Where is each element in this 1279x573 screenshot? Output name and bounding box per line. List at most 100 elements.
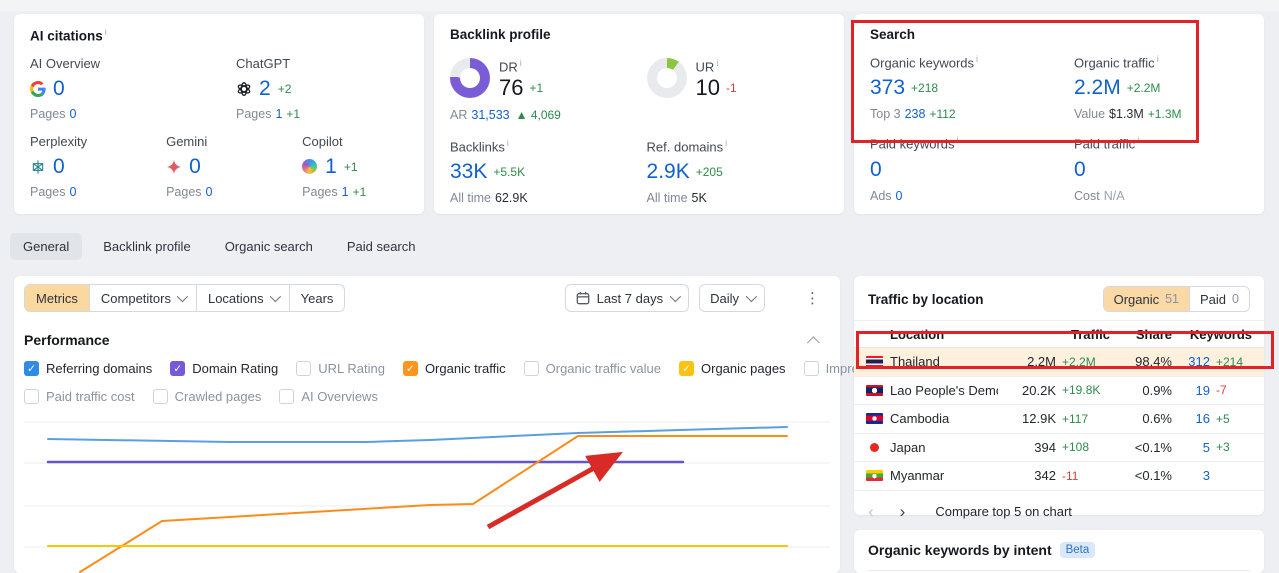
traffic-value: 394 <box>1034 439 1056 455</box>
compare-top5-link[interactable]: Compare top 5 on chart <box>935 504 1072 519</box>
table-row[interactable]: Thailand 2.2M +2.2M 98.4% 312 +214 <box>854 348 1264 377</box>
table-row[interactable]: Cambodia 12.9K +117 0.6% 16 +5 <box>854 405 1264 434</box>
backlinks-block: Backlinks i 33K +5.5K All time 62.9K <box>450 138 647 204</box>
location-name: Japan <box>890 439 926 455</box>
granularity-button[interactable]: Daily <box>699 284 765 312</box>
tab-paid-search[interactable]: Paid search <box>334 233 429 260</box>
keywords-count[interactable]: 312 <box>1178 354 1210 369</box>
metric-toggle-crawled-pages[interactable]: Crawled pages <box>152 389 261 404</box>
paid-traffic-value[interactable]: 0 <box>1074 158 1086 182</box>
metric-label: Organic traffic <box>424 361 506 376</box>
pages-label: Pages <box>30 185 66 200</box>
tab-organic-search[interactable]: Organic search <box>212 233 326 260</box>
card-title: AI citations i <box>30 27 107 44</box>
pages-count[interactable]: 1 <box>275 107 282 121</box>
metric-toggle-paid-traffic-cost[interactable]: Paid traffic cost <box>24 389 135 404</box>
tab-backlink-profile[interactable]: Backlink profile <box>90 233 203 260</box>
toggle-paid[interactable]: Paid 0 <box>1189 287 1249 311</box>
ai-citation-change: +1 <box>343 160 358 175</box>
tab-general[interactable]: General <box>10 233 83 260</box>
ai-value-row: 1 +1 <box>302 155 408 179</box>
ai-source-label: Gemini <box>166 134 208 150</box>
metric-label: Domain Rating <box>192 361 279 376</box>
checkbox-icon <box>803 361 819 376</box>
url-rating-block: UR i 10 -1 <box>646 58 828 122</box>
segment-locations[interactable]: Locations <box>195 285 289 311</box>
organic-traffic-block: Organic traffic i 2.2M +2.2M Value $1.3M +1.… <box>1074 54 1248 121</box>
chevron-down-icon <box>669 290 682 303</box>
collapse-chevron-icon[interactable] <box>807 335 820 349</box>
ai-citation-count[interactable]: 0 <box>53 155 65 179</box>
paid-traffic-label: Paid traffic i <box>1074 135 1140 152</box>
share-value: 98.4% <box>1135 354 1172 370</box>
checkbox-icon <box>402 361 418 376</box>
keywords-count[interactable]: 19 <box>1178 383 1210 398</box>
ai-citation-count[interactable]: 2 <box>259 77 271 101</box>
segment-years[interactable]: Years <box>288 285 345 311</box>
backlinks-alltime: All time 62.9K <box>450 190 528 205</box>
ai-citation-count[interactable]: 0 <box>53 77 65 101</box>
share-value: <0.1% <box>1134 468 1172 484</box>
traffic-change: +2.2M <box>1062 354 1096 369</box>
keywords-count[interactable]: 16 <box>1178 411 1210 426</box>
ref-domains-block: Ref. domains i 2.9K +205 All time 5K <box>647 138 828 204</box>
section-tabs: General Backlink profile Organic search … <box>10 233 429 260</box>
google-icon <box>30 81 46 98</box>
toggle-organic[interactable]: Organic 51 <box>1103 287 1190 311</box>
metric-toggle-ai-overviews[interactable]: AI Overviews <box>279 389 378 404</box>
ar-value[interactable]: 31,533 <box>471 108 509 122</box>
pages-count[interactable]: 0 <box>69 185 76 199</box>
segment-competitors[interactable]: Competitors <box>88 285 196 311</box>
performance-chart-card: Metrics Competitors Locations Years Last… <box>14 276 997 573</box>
chart-mode-segmented-control: Metrics Competitors Locations Years <box>24 284 346 312</box>
organic-keywords-value[interactable]: 373 <box>870 76 905 100</box>
info-icon: i <box>716 58 719 68</box>
copilot-icon <box>302 159 318 175</box>
pages-count[interactable]: 1 <box>342 185 349 199</box>
metric-label: URL Rating <box>318 361 385 376</box>
paid-keywords-value[interactable]: 0 <box>870 158 882 182</box>
keywords-change: +5 <box>1216 411 1230 426</box>
traffic-value-row: Value $1.3M +1.3M <box>1074 107 1182 122</box>
organic-traffic-value[interactable]: 2.2M <box>1074 76 1121 100</box>
pages-change: +1 <box>286 107 301 122</box>
table-row[interactable]: Japan 394 +108 <0.1% 5 +3 <box>854 434 1264 462</box>
info-icon: i <box>104 27 107 37</box>
pages-label: Pages <box>236 107 272 122</box>
metric-toggle-referring-domains[interactable]: Referring domains <box>24 361 152 376</box>
keywords-count[interactable]: 5 <box>1178 440 1210 455</box>
metric-toggle-organic-traffic[interactable]: Organic traffic <box>402 361 506 376</box>
ai-citation-count[interactable]: 0 <box>189 155 201 179</box>
pages-label: Pages <box>302 185 338 200</box>
segment-metrics[interactable]: Metrics <box>25 285 89 311</box>
chevron-down-icon <box>269 290 281 303</box>
ai-value-row: 0 <box>166 155 302 179</box>
prev-page-icon[interactable]: ‹ <box>868 503 874 520</box>
next-page-icon[interactable]: › <box>900 503 906 520</box>
chatgpt-icon <box>236 81 252 97</box>
checkbox-icon <box>279 389 295 404</box>
metric-toggle-organic-pages[interactable]: Organic pages <box>679 361 786 376</box>
pages-count[interactable]: 0 <box>206 185 213 199</box>
keywords-change: -7 <box>1216 383 1227 398</box>
metric-toggle-organic-traffic-value[interactable]: Organic traffic value <box>523 361 661 376</box>
ai-citation-item: Copilot 1 +1 Pages 1 +1 <box>302 134 408 199</box>
table-row[interactable]: Myanmar 342 -11 <0.1% 3 <box>854 462 1264 491</box>
metric-toggle-domain-rating[interactable]: Domain Rating <box>170 361 278 376</box>
performance-line-chart[interactable] <box>14 420 840 573</box>
organic-paid-toggle: Organic 51 Paid 0 <box>1102 286 1250 312</box>
ref-domains-value[interactable]: 2.9K <box>647 160 690 184</box>
location-name: Cambodia <box>890 411 950 427</box>
keywords-count[interactable]: 3 <box>1178 468 1210 483</box>
backlink-profile-card: Backlink profile DR i 76 +1 AR 31,533 ▲ 4,06… <box>434 14 844 214</box>
table-row[interactable]: Lao People's Democratic Reput 20.2K +19.8K… <box>854 377 1264 405</box>
metric-label: AI Overviews <box>301 389 378 404</box>
beta-badge: Beta <box>1059 542 1096 558</box>
metric-toggle-url-rating[interactable]: URL Rating <box>296 361 385 376</box>
date-range-button[interactable]: Last 7 days <box>564 284 690 312</box>
backlinks-value[interactable]: 33K <box>450 160 487 184</box>
info-icon: i <box>519 58 522 68</box>
pages-count[interactable]: 0 <box>69 107 76 121</box>
kebab-menu-icon[interactable]: ⋮ <box>805 291 820 306</box>
ai-citation-count[interactable]: 1 <box>325 155 337 179</box>
